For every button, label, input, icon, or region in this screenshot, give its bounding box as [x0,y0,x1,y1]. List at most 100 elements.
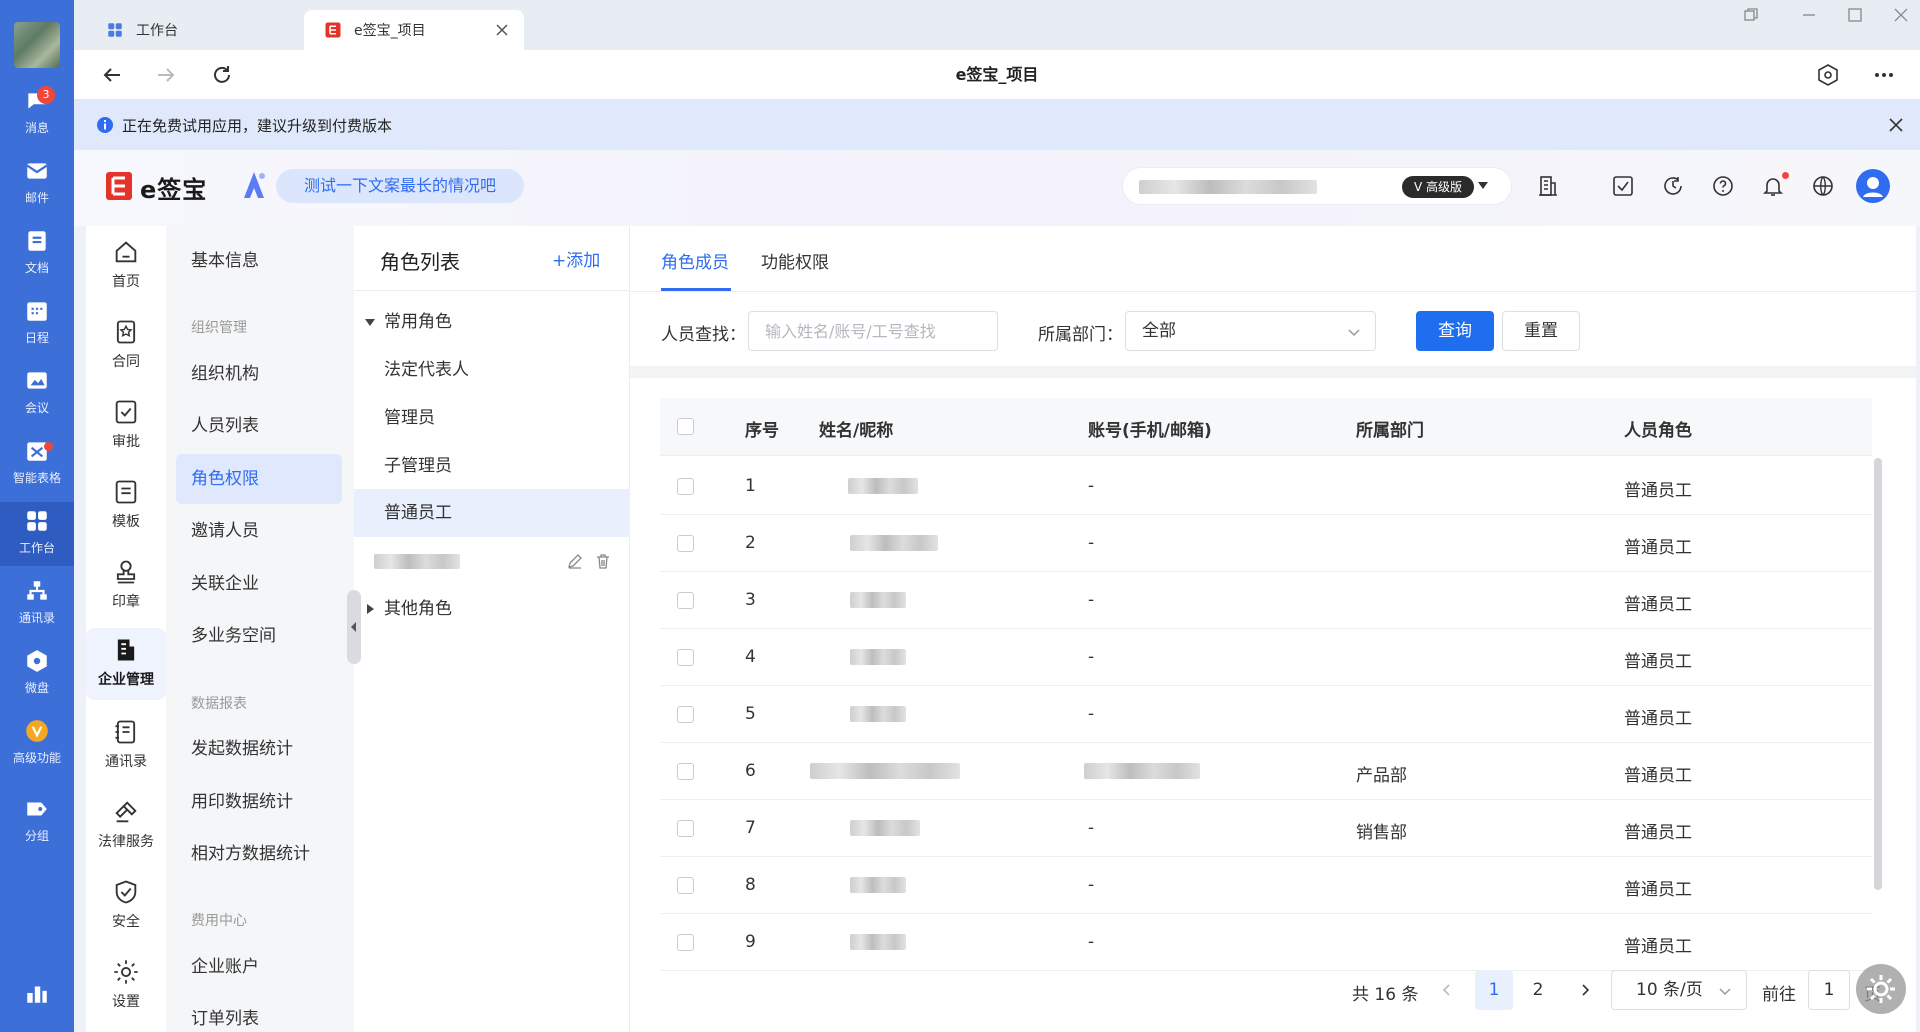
row-checkbox[interactable] [677,763,694,780]
menu-people-list[interactable]: 人员列表 [176,401,342,451]
menu-initiate-stats[interactable]: 发起数据统计 [176,724,342,774]
minimize-icon[interactable] [1800,6,1818,24]
row-checkbox[interactable] [677,592,694,609]
rail-item-drive[interactable]: 微盘 [0,642,74,706]
row-checkbox[interactable] [677,478,694,495]
enterprise-icon [117,639,135,661]
menu-role-permissions[interactable]: 角色权限 [176,454,342,504]
menu-seal-stats[interactable]: 用印数据统计 [176,777,342,827]
floating-settings-button[interactable] [1856,964,1906,1014]
module-security[interactable]: 安全 [86,870,166,942]
row-checkbox[interactable] [677,649,694,666]
tab-role-members[interactable]: 角色成员 [661,248,729,273]
rail-item-workbench[interactable]: 工作台 [0,502,74,566]
query-button[interactable]: 查询 [1416,311,1494,351]
dropdown-caret-icon[interactable] [1478,182,1488,190]
module-settings[interactable]: 设置 [86,950,166,1022]
member-search-input[interactable] [748,311,998,351]
more-icon[interactable] [1872,63,1896,87]
module-legal[interactable]: 法律服务 [86,790,166,862]
row-checkbox[interactable] [677,706,694,723]
drive-icon [27,650,47,672]
restore-window-icon[interactable] [1742,6,1760,24]
role-item-selected[interactable]: 普通员工 [354,489,630,537]
close-tab-icon[interactable] [494,22,510,38]
blurred-member-name [850,535,938,551]
menu-enterprise-account[interactable]: 企业账户 [176,942,342,992]
home-icon [115,241,137,263]
prev-page-icon[interactable] [1440,983,1454,997]
page-size-select[interactable]: 10 条/页 [1611,970,1747,1010]
module-template[interactable]: 模板 [86,470,166,542]
rail-item-premium[interactable]: 高级功能 [0,712,74,776]
select-all-checkbox[interactable] [677,418,694,435]
role-item[interactable]: 法定代表人 [354,346,630,394]
row-checkbox[interactable] [677,877,694,894]
tab-workbench[interactable]: 工作台 [86,10,296,50]
role-group-other[interactable]: 其他角色 [354,585,630,633]
ai-assistant-icon[interactable] [240,170,268,200]
goto-page-input[interactable]: 1 [1808,970,1850,1010]
module-enterprise[interactable]: 企业管理 [86,628,166,700]
menu-linked-companies[interactable]: 关联企业 [176,559,342,609]
building-icon[interactable] [1536,174,1560,198]
tab-esign-project[interactable]: e签宝_项目 [304,10,524,50]
role-item[interactable]: 子管理员 [354,442,630,490]
blurred-role-name [374,554,460,569]
rail-item-smart-sheet[interactable]: 智能表格 [0,432,74,496]
rail-item-calendar[interactable]: 日程 [0,292,74,356]
blurred-member-name [850,592,906,608]
history-icon[interactable] [1661,174,1685,198]
add-role-button[interactable]: +添加 [552,246,600,271]
row-checkbox[interactable] [677,535,694,552]
cell-role: 普通员工 [1624,823,1692,843]
esign-logo-icon [325,22,341,38]
vertical-scrollbar[interactable] [1874,458,1882,890]
rail-item-mail[interactable]: 邮件 [0,152,74,216]
role-group-common[interactable]: 常用角色 [354,298,630,346]
edit-icon[interactable] [566,552,584,570]
module-approval[interactable]: 审批 [86,390,166,462]
page-button-1[interactable]: 1 [1475,970,1513,1010]
delete-icon[interactable] [594,552,612,570]
menu-invite[interactable]: 邀请人员 [176,506,342,556]
close-banner-icon[interactable] [1888,117,1904,133]
chart-icon[interactable] [24,980,50,1006]
rail-item-docs[interactable]: 文档 [0,222,74,286]
close-window-icon[interactable] [1892,6,1910,24]
row-checkbox[interactable] [677,934,694,951]
role-item-custom[interactable] [354,537,630,585]
rail-item-meeting[interactable]: 会议 [0,362,74,426]
tab-function-permissions[interactable]: 功能权限 [761,248,829,273]
dept-select[interactable]: 全部 [1125,311,1376,351]
rail-item-contacts[interactable]: 通讯录 [0,572,74,636]
cell-index: 2 [745,533,756,553]
module-contract[interactable]: 合同 [86,310,166,382]
page-button-2[interactable]: 2 [1519,970,1557,1010]
menu-order-list[interactable]: 订单列表 [176,994,342,1032]
module-address-book[interactable]: 通讯录 [86,710,166,782]
globe-icon[interactable] [1811,174,1835,198]
menu-business-spaces[interactable]: 多业务空间 [176,611,342,661]
bell-icon[interactable] [1761,174,1785,198]
hexagon-settings-icon[interactable] [1816,63,1840,87]
maximize-icon[interactable] [1846,6,1864,24]
menu-org-structure[interactable]: 组织机构 [176,349,342,399]
menu-counterparty-stats[interactable]: 相对方数据统计 [176,829,342,879]
profile-avatar[interactable] [1856,169,1890,203]
role-item[interactable]: 管理员 [354,394,630,442]
module-home[interactable]: 首页 [86,230,166,302]
collapse-handle[interactable] [347,590,361,664]
module-seal[interactable]: 印章 [86,550,166,622]
user-avatar[interactable] [14,22,60,68]
rail-item-tags[interactable]: 分组 [0,790,74,854]
row-checkbox[interactable] [677,820,694,837]
contacts-icon [27,581,47,600]
menu-basic-info[interactable]: 基本信息 [176,236,342,286]
help-icon[interactable] [1711,174,1735,198]
task-check-icon[interactable] [1611,174,1635,198]
vip-badge[interactable]: V 高级版 [1402,176,1474,198]
reset-button[interactable]: 重置 [1502,311,1580,351]
ai-prompt-pill[interactable]: 测试一下文案最长的情况吧 [276,169,524,203]
next-page-icon[interactable] [1578,983,1592,997]
